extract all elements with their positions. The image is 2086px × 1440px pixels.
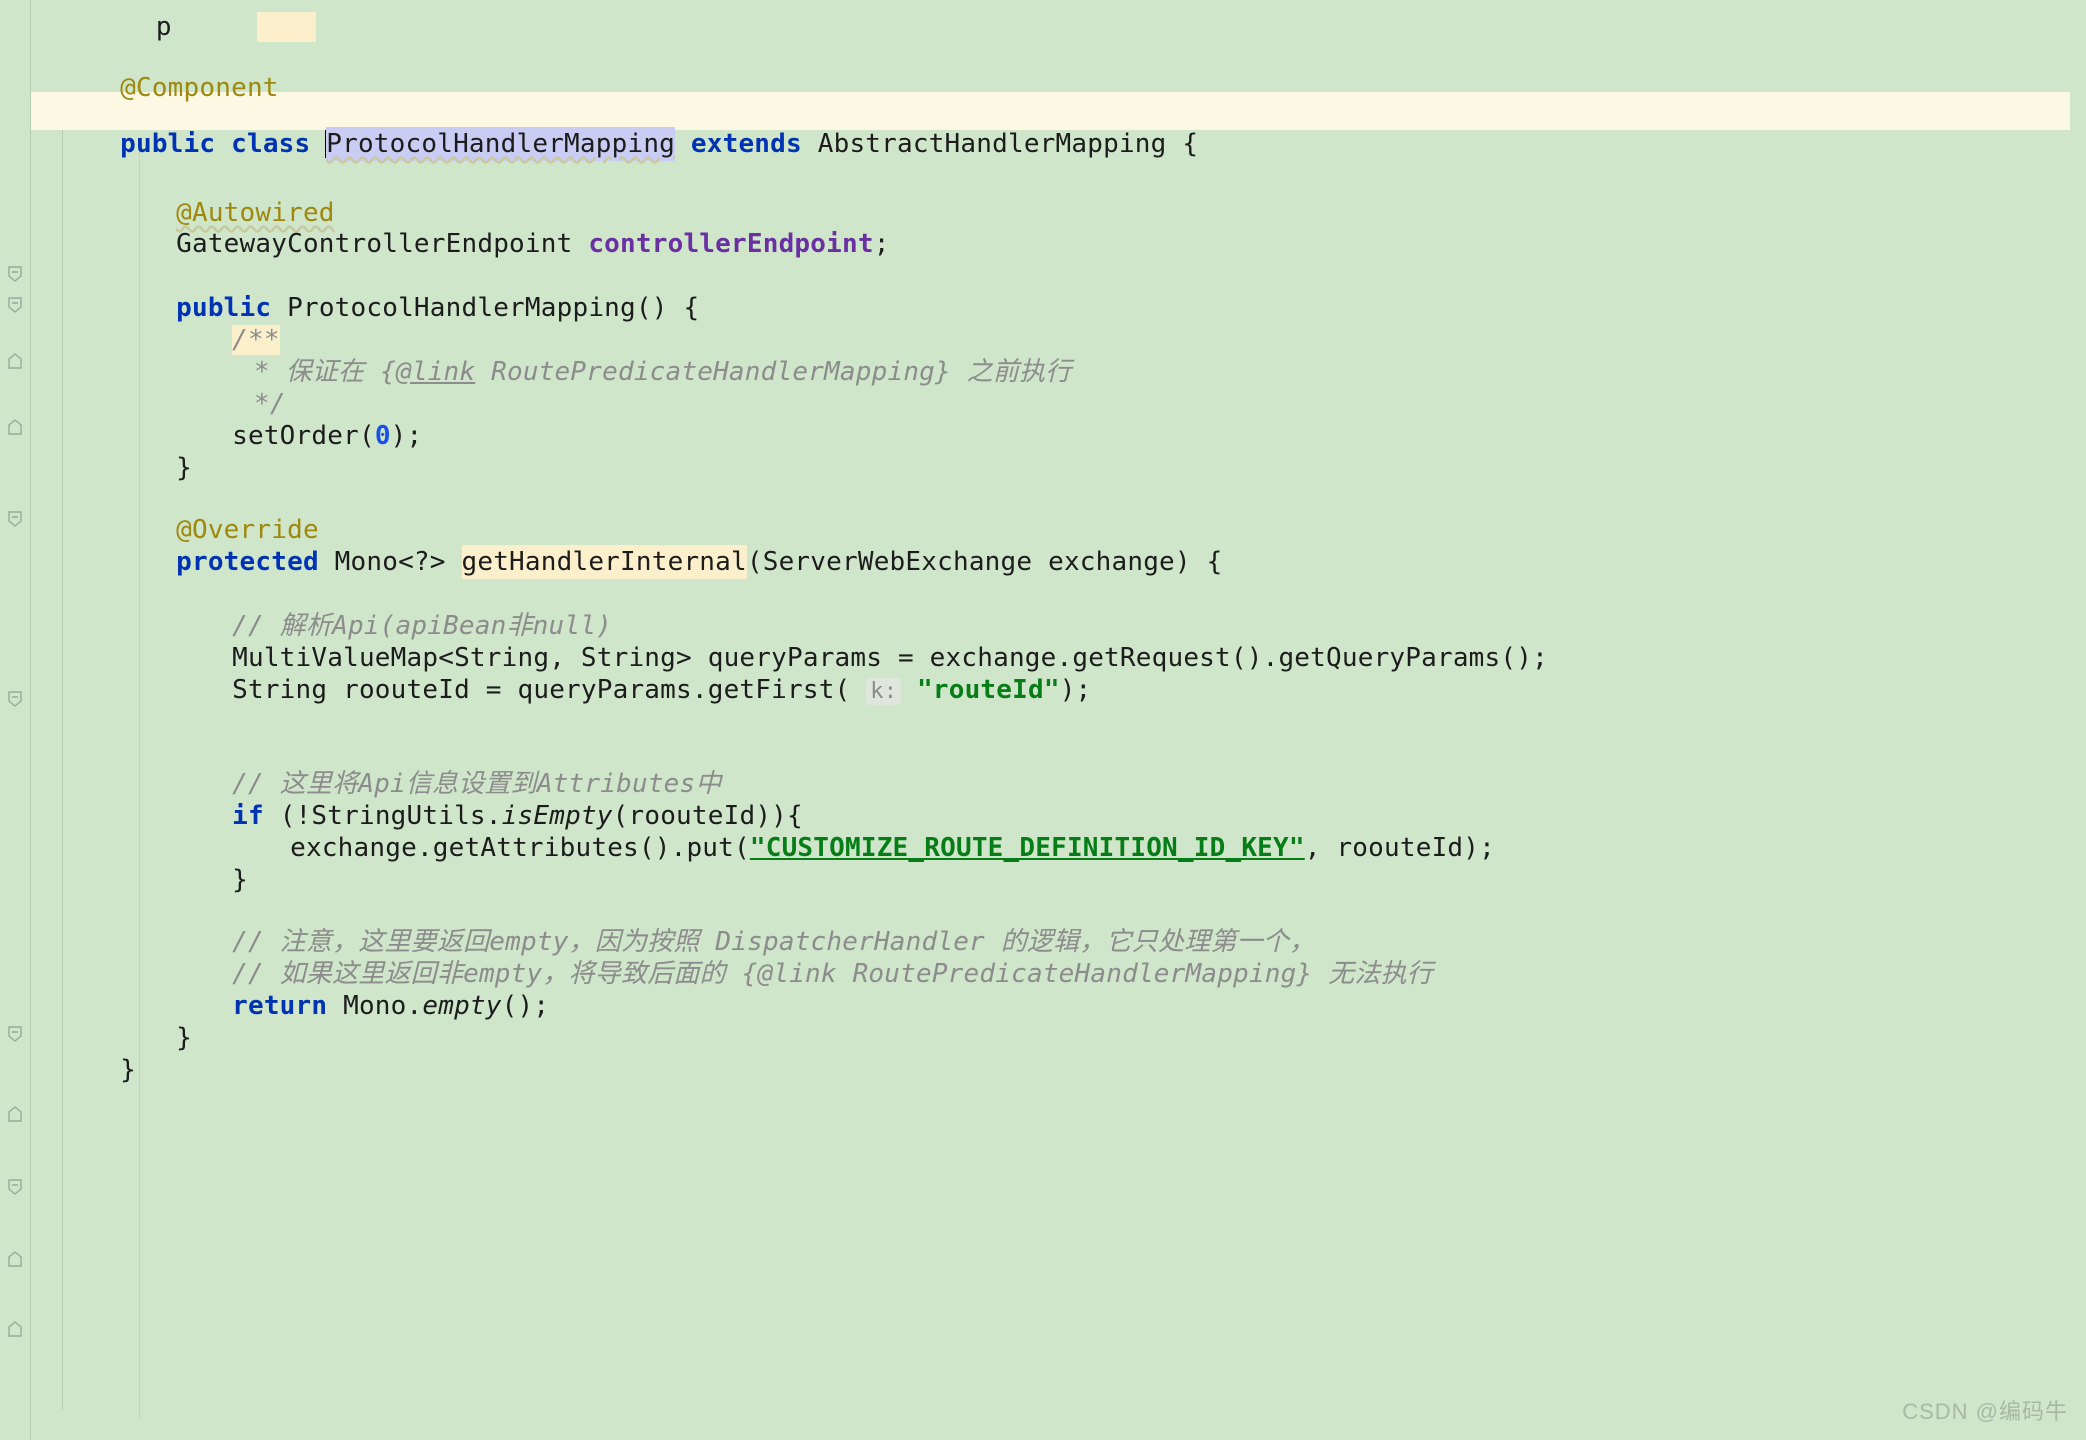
brace-close: } — [176, 1023, 192, 1053]
code-line-queryparams[interactable]: MultiValueMap<String, String> queryParam… — [137, 610, 1548, 673]
code-line-javadoc-open[interactable]: /** — [137, 292, 280, 355]
code-line-javadoc-close[interactable]: */ — [143, 356, 286, 419]
setorder-argument: 0 — [374, 421, 391, 451]
fold-collapse-icon[interactable] — [6, 296, 24, 314]
code-line-annotation-component[interactable]: @Component — [25, 40, 279, 103]
setorder-call[interactable]: setOrder( — [232, 421, 375, 451]
watermark: CSDN @编码牛 — [1902, 1399, 2068, 1424]
brace-close: } — [176, 453, 192, 483]
parameter-hint-k: k: — [866, 678, 902, 705]
keyword-extends: extends — [690, 129, 802, 159]
string-customize-route-definition-id-key[interactable]: "CUSTOMIZE_ROUTE_DEFINITION_ID_KEY" — [750, 833, 1305, 863]
code-line-comment-set-attributes[interactable]: // 这里将Api信息设置到Attributes中 — [137, 736, 722, 799]
editor-scrollbar[interactable] — [2070, 0, 2086, 1440]
code-editor[interactable]: p @Component public class ProtocolHandle… — [0, 0, 2086, 1440]
code-line-if-statement[interactable]: if (!StringUtils.isEmpty(roouteId)){ — [137, 768, 803, 831]
keyword-class: class — [231, 129, 311, 159]
code-line-comment-note-2[interactable]: // 如果这里返回非empty，将导致后面的 {@link RoutePredi… — [137, 926, 1433, 989]
method-parameters[interactable]: (ServerWebExchange exchange) { — [747, 547, 1223, 577]
fold-collapse-icon[interactable] — [6, 690, 24, 708]
method-name-getHandlerInternal[interactable]: getHandlerInternal — [461, 545, 747, 579]
fold-expand-icon[interactable] — [6, 1250, 24, 1268]
fold-expand-icon[interactable] — [6, 1320, 24, 1338]
return-expression-suffix: (); — [501, 991, 550, 1021]
code-line-comment-parse-api[interactable]: // 解析Api(apiBean非null) — [137, 578, 612, 641]
put-call-prefix[interactable]: exchange.getAttributes().put( — [290, 833, 750, 863]
code-line-constructor[interactable]: public ProtocolHandlerMapping() { — [81, 260, 699, 323]
code-line-comment-note-1[interactable]: // 注意，这里要返回empty，因为按照 DispatcherHandler … — [137, 894, 1315, 957]
field-name[interactable]: controllerEndpoint — [588, 229, 873, 259]
code-line-setorder[interactable]: setOrder(0); — [137, 388, 422, 451]
keyword-protected: protected — [176, 547, 319, 577]
field-type[interactable]: GatewayControllerEndpoint — [176, 229, 572, 259]
method-empty[interactable]: empty — [422, 991, 501, 1021]
code-line-constructor-close[interactable]: } — [81, 420, 192, 483]
string-routeId[interactable]: "routeId" — [917, 675, 1060, 705]
put-call-suffix[interactable]: , roouteId); — [1305, 833, 1495, 863]
code-line-return[interactable]: return Mono.empty(); — [137, 958, 549, 1021]
javadoc-link-target[interactable]: RoutePredicateHandlerMapping} — [475, 357, 966, 387]
class-name-ProtocolHandlerMapping[interactable]: ProtocolHandlerMapping — [326, 127, 676, 161]
fold-expand-icon[interactable] — [6, 352, 24, 370]
constructor-name[interactable]: ProtocolHandlerMapping() { — [287, 293, 699, 323]
fold-expand-icon[interactable] — [6, 418, 24, 436]
brace-close: } — [120, 1055, 136, 1085]
code-line-class-close[interactable]: } — [25, 1022, 136, 1085]
editor-gutter[interactable] — [0, 0, 31, 1440]
return-expression-prefix[interactable]: Mono. — [327, 991, 422, 1021]
keyword-public: public — [120, 129, 216, 159]
statement-routeid-prefix[interactable]: String roouteId = queryParams.getFirst( — [232, 675, 866, 705]
code-line-method-close[interactable]: } — [81, 990, 192, 1053]
semicolon: ; — [873, 229, 890, 259]
code-line-javadoc-text[interactable]: * 保证在 {@link RoutePredicateHandlerMappin… — [143, 324, 1072, 387]
statement-routeid-suffix: ); — [1059, 675, 1092, 705]
code-line-routeid[interactable]: String roouteId = queryParams.getFirst( … — [137, 642, 1091, 705]
code-line-annotation-override[interactable]: @Override — [81, 482, 319, 545]
fold-collapse-icon[interactable] — [6, 1178, 24, 1196]
brace-close: } — [232, 865, 248, 895]
code-line-annotation-autowired[interactable]: @Autowired — [81, 165, 335, 228]
code-line-partial-top: p — [62, 0, 316, 42]
code-content[interactable]: p @Component public class ProtocolHandle… — [31, 0, 2086, 1440]
fold-expand-icon[interactable] — [6, 1105, 24, 1123]
javadoc-link-tag[interactable]: @link — [396, 357, 475, 387]
fold-collapse-icon[interactable] — [6, 510, 24, 528]
javadoc-text-before: 保证在 { — [285, 357, 396, 387]
method-return-type[interactable]: Mono<?> — [319, 547, 462, 577]
fold-collapse-icon[interactable] — [6, 265, 24, 283]
code-line-method-signature[interactable]: protected Mono<?> getHandlerInternal(Ser… — [81, 514, 1222, 579]
code-line-if-close[interactable]: } — [137, 832, 248, 895]
setorder-end: ); — [390, 421, 423, 451]
partial-token: p — [155, 12, 172, 42]
code-line-field-declaration[interactable]: GatewayControllerEndpoint controllerEndp… — [81, 196, 890, 259]
brace-open: { — [1182, 129, 1199, 159]
code-line-put-attribute[interactable]: exchange.getAttributes().put("CUSTOMIZE_… — [195, 800, 1495, 863]
superclass-AbstractHandlerMapping[interactable]: AbstractHandlerMapping — [818, 129, 1167, 159]
indent-guide — [62, 110, 63, 1410]
fold-collapse-icon[interactable] — [6, 1025, 24, 1043]
javadoc-text-after: 之前执行 — [966, 357, 1072, 387]
keyword-return: return — [232, 991, 328, 1021]
code-line-class-declaration[interactable]: public class ProtocolHandlerMapping exte… — [25, 96, 1198, 161]
